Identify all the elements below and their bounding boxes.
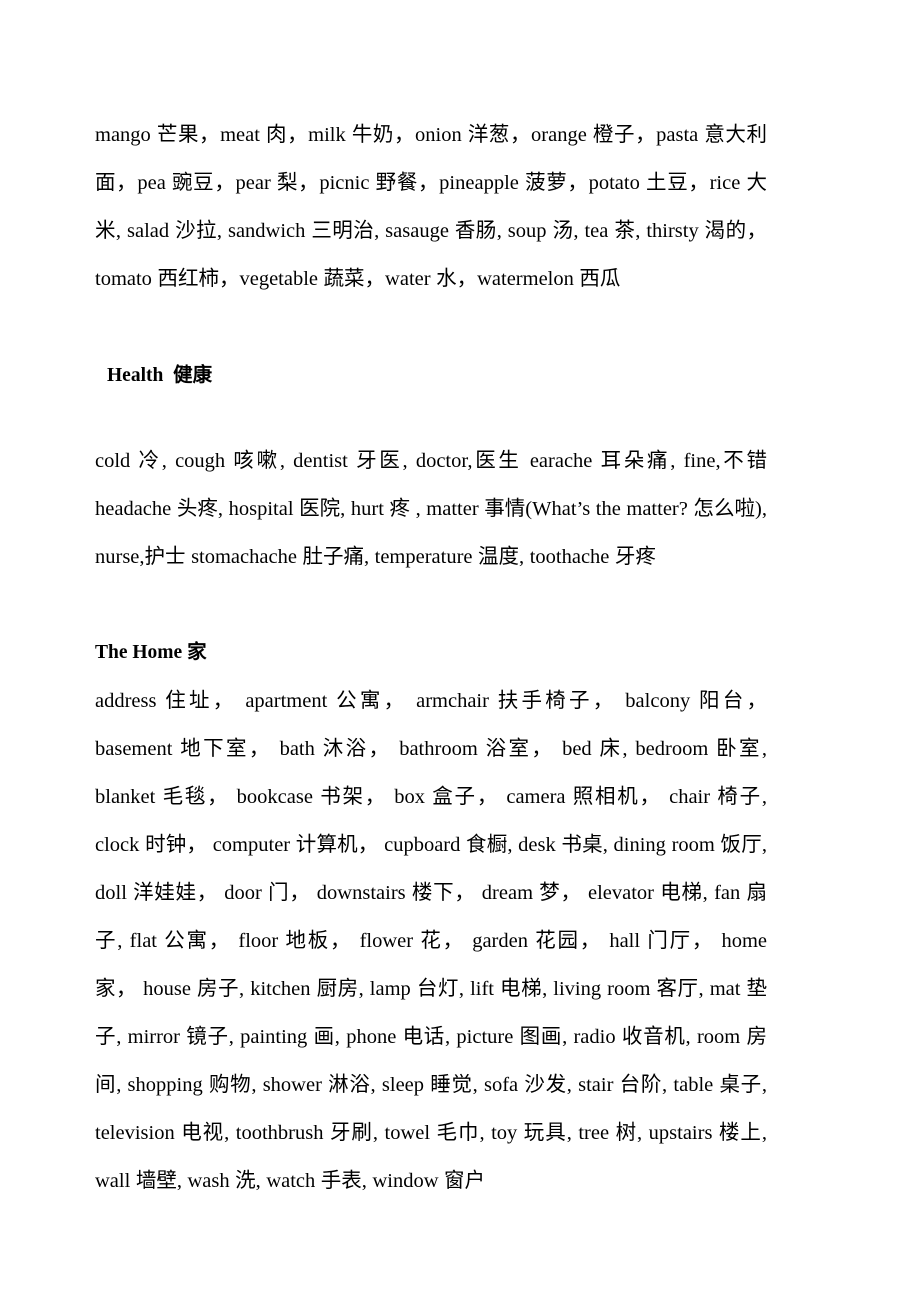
food-vocabulary-paragraph: mango 芒果，meat 肉，milk 牛奶，onion 洋葱，orange …: [95, 124, 767, 290]
spacer-before-home-heading: [95, 581, 767, 629]
spacer-before-health-heading: [95, 303, 767, 352]
home-vocabulary-paragraph: address 住址， apartment 公寓， armchair 扶手椅子，…: [95, 690, 767, 1192]
document-text-column: mango 芒果，meat 肉，milk 牛奶，onion 洋葱，orange …: [95, 0, 767, 1205]
document-page: mango 芒果，meat 肉，milk 牛奶，onion 洋葱，orange …: [0, 0, 920, 1302]
home-heading: The Home 家: [95, 642, 207, 663]
health-vocabulary-paragraph: cold 冷, cough 咳嗽, dentist 牙医, doctor,医生 …: [95, 450, 767, 568]
top-margin-spacer: [95, 0, 767, 111]
health-heading: Health 健康: [107, 365, 213, 386]
spacer-after-health-heading: [95, 400, 767, 437]
